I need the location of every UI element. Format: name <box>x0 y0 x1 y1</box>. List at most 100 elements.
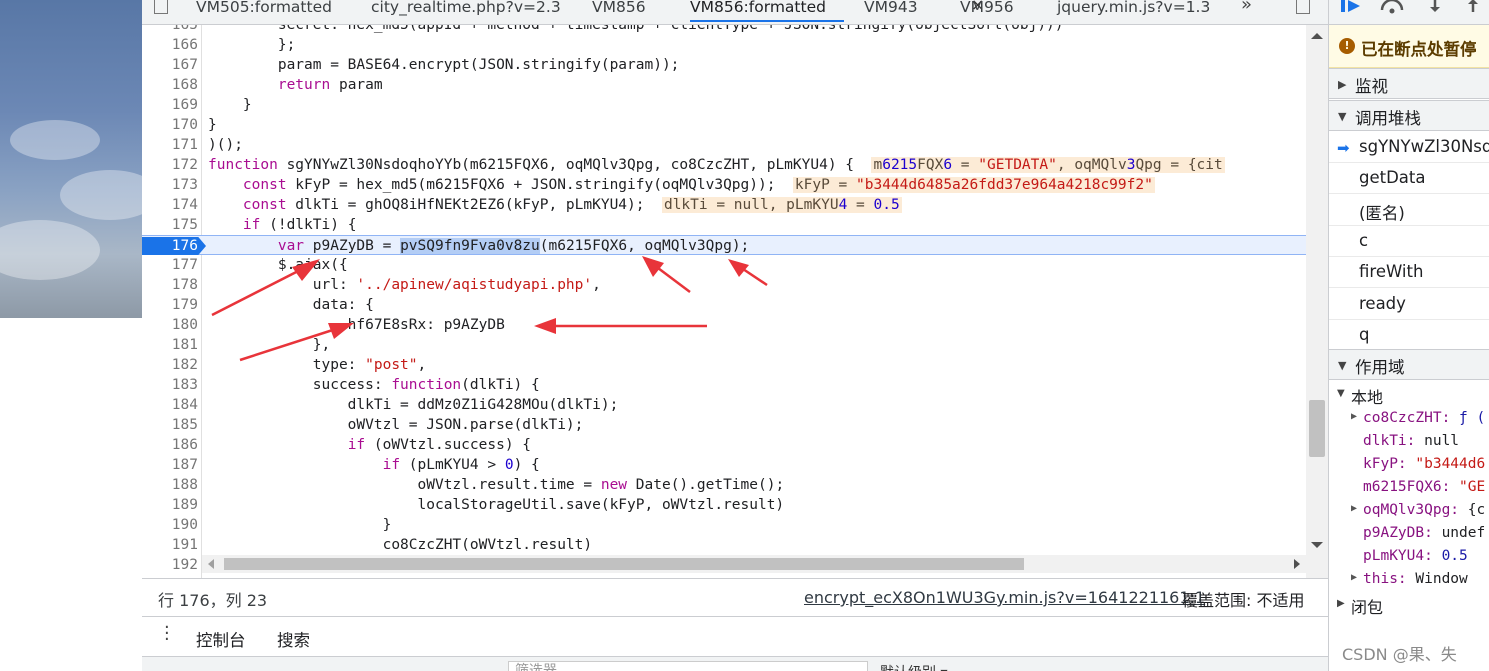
sidebar-toggle-icon[interactable] <box>154 0 168 14</box>
tab-city-realtime[interactable]: city_realtime.php?v=2.3 <box>371 0 561 21</box>
expand-icon[interactable]: ▶ <box>1351 572 1357 583</box>
code-line[interactable]: 180 hf67E8sRx: p9AZyDB <box>142 315 1308 335</box>
scope-variable[interactable]: pLmKYU4: 0.5 <box>1329 546 1489 569</box>
code-line[interactable]: 168 return param <box>142 75 1308 95</box>
tab-vm856[interactable]: VM856 <box>592 0 646 21</box>
code-line[interactable]: 172 function sgYNYwZl30NsdoqhoYYb(m6215FQ… <box>142 155 1308 175</box>
callstack-frame[interactable]: (匿名) <box>1329 195 1489 226</box>
code-line[interactable]: 178 url: '../apinew/aqistudyapi.php', <box>142 275 1308 295</box>
line-number[interactable]: 191 <box>142 535 198 555</box>
console-filter-input[interactable]: 筛选器 <box>508 661 868 671</box>
editor-horizontal-scrollbar[interactable] <box>202 555 1306 573</box>
line-number[interactable]: 183 <box>142 375 198 395</box>
line-number[interactable]: 176 <box>142 236 198 256</box>
callstack-frame[interactable]: q <box>1329 320 1489 351</box>
code-line[interactable]: 191 co8CzcZHT(oWVtzl.result) <box>142 535 1308 555</box>
line-number[interactable]: 192 <box>142 555 198 575</box>
code-line[interactable]: 183 success: function(dlkTi) { <box>142 375 1308 395</box>
code-line[interactable]: 188 oWVtzl.result.time = new Date().getT… <box>142 475 1308 495</box>
scope-closure[interactable]: ▶ 闭包 <box>1329 593 1489 617</box>
expand-icon[interactable]: ▶ <box>1351 503 1357 514</box>
code-line[interactable]: 185 oWVtzl = JSON.parse(dlkTi); <box>142 415 1308 435</box>
scope-local[interactable]: ▼ 本地 <box>1329 383 1489 407</box>
callstack-frame[interactable]: c <box>1329 226 1489 257</box>
tab-search[interactable]: 搜索 <box>277 627 310 651</box>
callstack-frame[interactable]: ready <box>1329 289 1489 320</box>
callstack-frame[interactable]: fireWith <box>1329 257 1489 289</box>
code-line[interactable]: 167 param = BASE64.encrypt(JSON.stringif… <box>142 55 1308 75</box>
line-number[interactable]: 168 <box>142 75 198 95</box>
line-number[interactable]: 181 <box>142 335 198 355</box>
line-number[interactable]: 165 <box>142 25 198 35</box>
more-tabs-icon[interactable]: » <box>1241 0 1252 15</box>
scroll-down-icon[interactable] <box>1311 542 1323 548</box>
tab-vm956[interactable]: VM956 <box>960 0 1014 21</box>
code-line[interactable]: 173 const kFyP = hex_md5(m6215FQX6 + JSO… <box>142 175 1308 195</box>
scroll-left-icon[interactable] <box>208 559 214 569</box>
resume-icon[interactable] <box>1329 0 1489 25</box>
scope-variable[interactable]: ▶ this: Window <box>1329 569 1489 592</box>
horizontal-scroll-thumb[interactable] <box>224 558 1024 570</box>
callstack-frame[interactable]: ➡ sgYNYwZl30NsdoqhoYYb <box>1329 132 1489 163</box>
line-number[interactable]: 180 <box>142 315 198 335</box>
line-number[interactable]: 174 <box>142 195 198 215</box>
section-scope[interactable]: ▼ 作用域 <box>1329 349 1489 380</box>
code-line[interactable]: 175 if (!dlkTi) { <box>142 215 1308 235</box>
line-number[interactable]: 169 <box>142 95 198 115</box>
code-line[interactable]: 165 secret: hex_md5(appId + method + tim… <box>142 25 1308 35</box>
tab-vm856-formatted[interactable]: VM856:formatted <box>690 0 844 22</box>
code-line[interactable]: 179 data: { <box>142 295 1308 315</box>
log-levels-dropdown[interactable]: 默认级别 ▾ <box>880 662 947 671</box>
code-line[interactable]: 171)(); <box>142 135 1308 155</box>
execution-line[interactable]: 176 var p9AZyDB = pvSQ9fn9Fva0v8zu(m6215… <box>142 235 1308 255</box>
line-number[interactable]: 172 <box>142 155 198 175</box>
line-number[interactable]: 171 <box>142 135 198 155</box>
drawer-menu-icon[interactable]: · · · <box>164 619 170 649</box>
line-number[interactable]: 166 <box>142 35 198 55</box>
line-number[interactable]: 179 <box>142 295 198 315</box>
line-number[interactable]: 186 <box>142 435 198 455</box>
code-line[interactable]: 190 } <box>142 515 1308 535</box>
scope-variable[interactable]: dlkTi: null <box>1329 431 1489 454</box>
scroll-right-icon[interactable] <box>1294 559 1300 569</box>
expand-icon[interactable]: ▶ <box>1351 411 1357 422</box>
scope-variable[interactable]: ▶ oqMQlv3Qpg: {c <box>1329 500 1489 523</box>
line-number[interactable]: 167 <box>142 55 198 75</box>
scope-variable[interactable]: p9AZyDB: undef <box>1329 523 1489 546</box>
line-number[interactable]: 187 <box>142 455 198 475</box>
section-callstack[interactable]: ▼ 调用堆栈 <box>1329 100 1489 131</box>
line-number[interactable]: 173 <box>142 175 198 195</box>
line-number[interactable]: 189 <box>142 495 198 515</box>
code-line[interactable]: 182 type: "post", <box>142 355 1308 375</box>
code-line[interactable]: 166 }; <box>142 35 1308 55</box>
vertical-scroll-thumb[interactable] <box>1309 400 1325 457</box>
code-line[interactable]: 184 dlkTi = ddMz0Z1iG428MOu(dlkTi); <box>142 395 1308 415</box>
code-line[interactable]: 186 if (oWVtzl.success) { <box>142 435 1308 455</box>
scope-variable[interactable]: ▶ co8CzcZHT: ƒ ( <box>1329 408 1489 431</box>
scope-variable[interactable]: m6215FQX6: "GE <box>1329 477 1489 500</box>
editor-vertical-scrollbar[interactable] <box>1306 25 1328 578</box>
line-number[interactable]: 182 <box>142 355 198 375</box>
tab-console[interactable]: 控制台 <box>190 627 251 659</box>
callstack-frame[interactable]: getData <box>1329 163 1489 195</box>
tab-vm505-formatted[interactable]: VM505:formatted <box>196 0 332 21</box>
line-number[interactable]: 185 <box>142 415 198 435</box>
toggle-debugger-icon[interactable] <box>1296 0 1310 14</box>
code-line[interactable]: 187 if (pLmKYU4 > 0) { <box>142 455 1308 475</box>
code-line[interactable]: 169 } <box>142 95 1308 115</box>
line-number[interactable]: 177 <box>142 255 198 275</box>
line-number[interactable]: 170 <box>142 115 198 135</box>
line-number[interactable]: 175 <box>142 215 198 235</box>
line-number[interactable]: 178 <box>142 275 198 295</box>
section-watch[interactable]: ▶ 监视 <box>1329 68 1489 99</box>
line-number[interactable]: 190 <box>142 515 198 535</box>
tab-jquery[interactable]: jquery.min.js?v=1.3 <box>1057 0 1210 21</box>
code-editor[interactable]: 165 secret: hex_md5(appId + method + tim… <box>142 25 1328 578</box>
code-line[interactable]: 177 $.ajax({ <box>142 255 1308 275</box>
source-file-link[interactable]: encrypt_ecX8On1WU3Gy.min.js?v=1641221161… <box>804 588 1205 607</box>
scope-variable[interactable]: kFyP: "b3444d6 <box>1329 454 1489 477</box>
code-line[interactable]: 170} <box>142 115 1308 135</box>
code-line[interactable]: 174 const dlkTi = ghOQ8iHfNEKt2EZ6(kFyP,… <box>142 195 1308 215</box>
line-number[interactable]: 188 <box>142 475 198 495</box>
code-line[interactable]: 189 localStorageUtil.save(kFyP, oWVtzl.r… <box>142 495 1308 515</box>
